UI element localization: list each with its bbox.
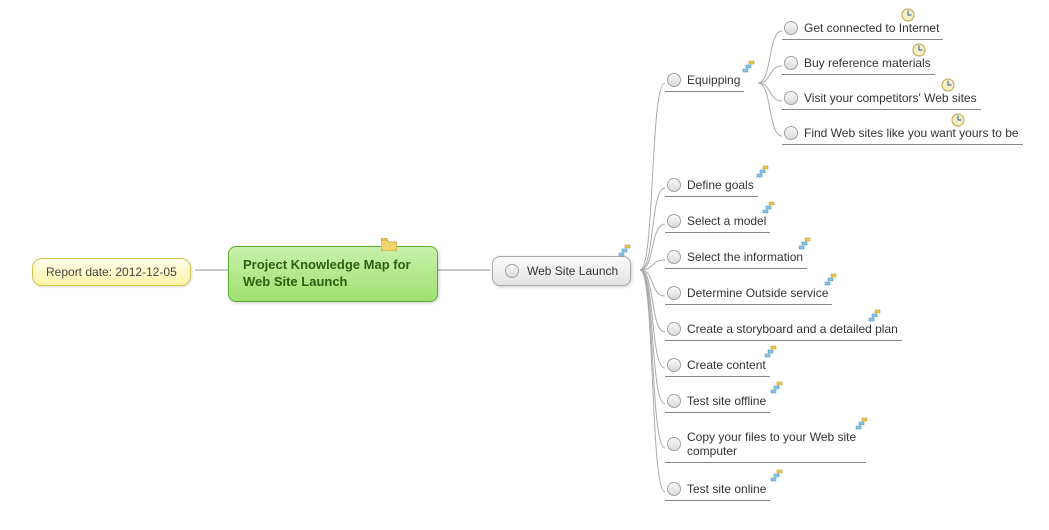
node-label: Create content [687,358,766,372]
node-equipping-child[interactable]: Buy reference materials [782,54,935,75]
node-label: Test site online [687,482,766,496]
clock-icon [912,43,926,57]
node-equipping-child[interactable]: Find Web sites like you want yours to be [782,124,1023,145]
task-steps-icon [762,201,776,215]
bullet-icon [667,358,681,372]
node-equipping[interactable]: Equipping [665,71,744,92]
bullet-icon [667,286,681,300]
central-node[interactable]: Web Site Launch [492,256,631,286]
report-date-note: Report date: 2012-12-05 [32,258,191,286]
node-equipping-child[interactable]: Visit your competitors' Web sites [782,89,981,110]
node-task[interactable]: Define goals [665,176,758,197]
task-steps-icon [770,381,784,395]
bullet-icon [667,482,681,496]
task-steps-icon [756,165,770,179]
bullet-icon [784,21,798,35]
node-label: Select the information [687,250,803,264]
task-steps-icon [764,345,778,359]
node-label: Create a storyboard and a detailed plan [687,322,898,336]
node-label: Define goals [687,178,754,192]
node-label: Test site offline [687,394,766,408]
node-label: Visit your competitors' Web sites [804,91,977,105]
task-steps-icon [618,244,632,258]
task-steps-icon [868,309,882,323]
node-task[interactable]: Determine Outside service [665,284,832,305]
node-equipping-child[interactable]: Get connected to Internet [782,19,943,40]
node-task[interactable]: Select a model [665,212,770,233]
bullet-icon [667,214,681,228]
task-steps-icon [855,417,869,431]
bullet-icon [784,56,798,70]
clock-icon [941,78,955,92]
central-label: Web Site Launch [527,264,618,278]
node-task[interactable]: Test site offline [665,392,770,413]
node-label: Get connected to Internet [804,21,939,35]
clock-icon [901,8,915,22]
node-task[interactable]: Test site online [665,480,770,501]
node-task[interactable]: Create a storyboard and a detailed plan [665,320,902,341]
task-steps-icon [824,273,838,287]
task-steps-icon [742,60,756,74]
node-label: Select a model [687,214,766,228]
node-task[interactable]: Create content [665,356,770,377]
clock-icon [951,113,965,127]
bullet-icon [667,322,681,336]
task-steps-icon [798,237,812,251]
folder-icon [381,238,397,251]
bullet-icon [505,264,519,278]
bullet-icon [667,250,681,264]
bullet-icon [667,394,681,408]
bullet-icon [667,178,681,192]
bullet-icon [784,91,798,105]
node-task[interactable]: Copy your files to your Web site compute… [665,428,866,463]
bullet-icon [667,73,681,87]
bullet-icon [784,126,798,140]
node-label: Determine Outside service [687,286,828,300]
node-task[interactable]: Select the information [665,248,807,269]
node-label: Find Web sites like you want yours to be [804,126,1019,140]
task-steps-icon [770,469,784,483]
root-node[interactable]: Project Knowledge Map for Web Site Launc… [228,246,438,302]
node-label: Buy reference materials [804,56,931,70]
bullet-icon [667,437,681,451]
node-label: Equipping [687,73,740,87]
node-label: Copy your files to your Web site compute… [687,430,862,458]
